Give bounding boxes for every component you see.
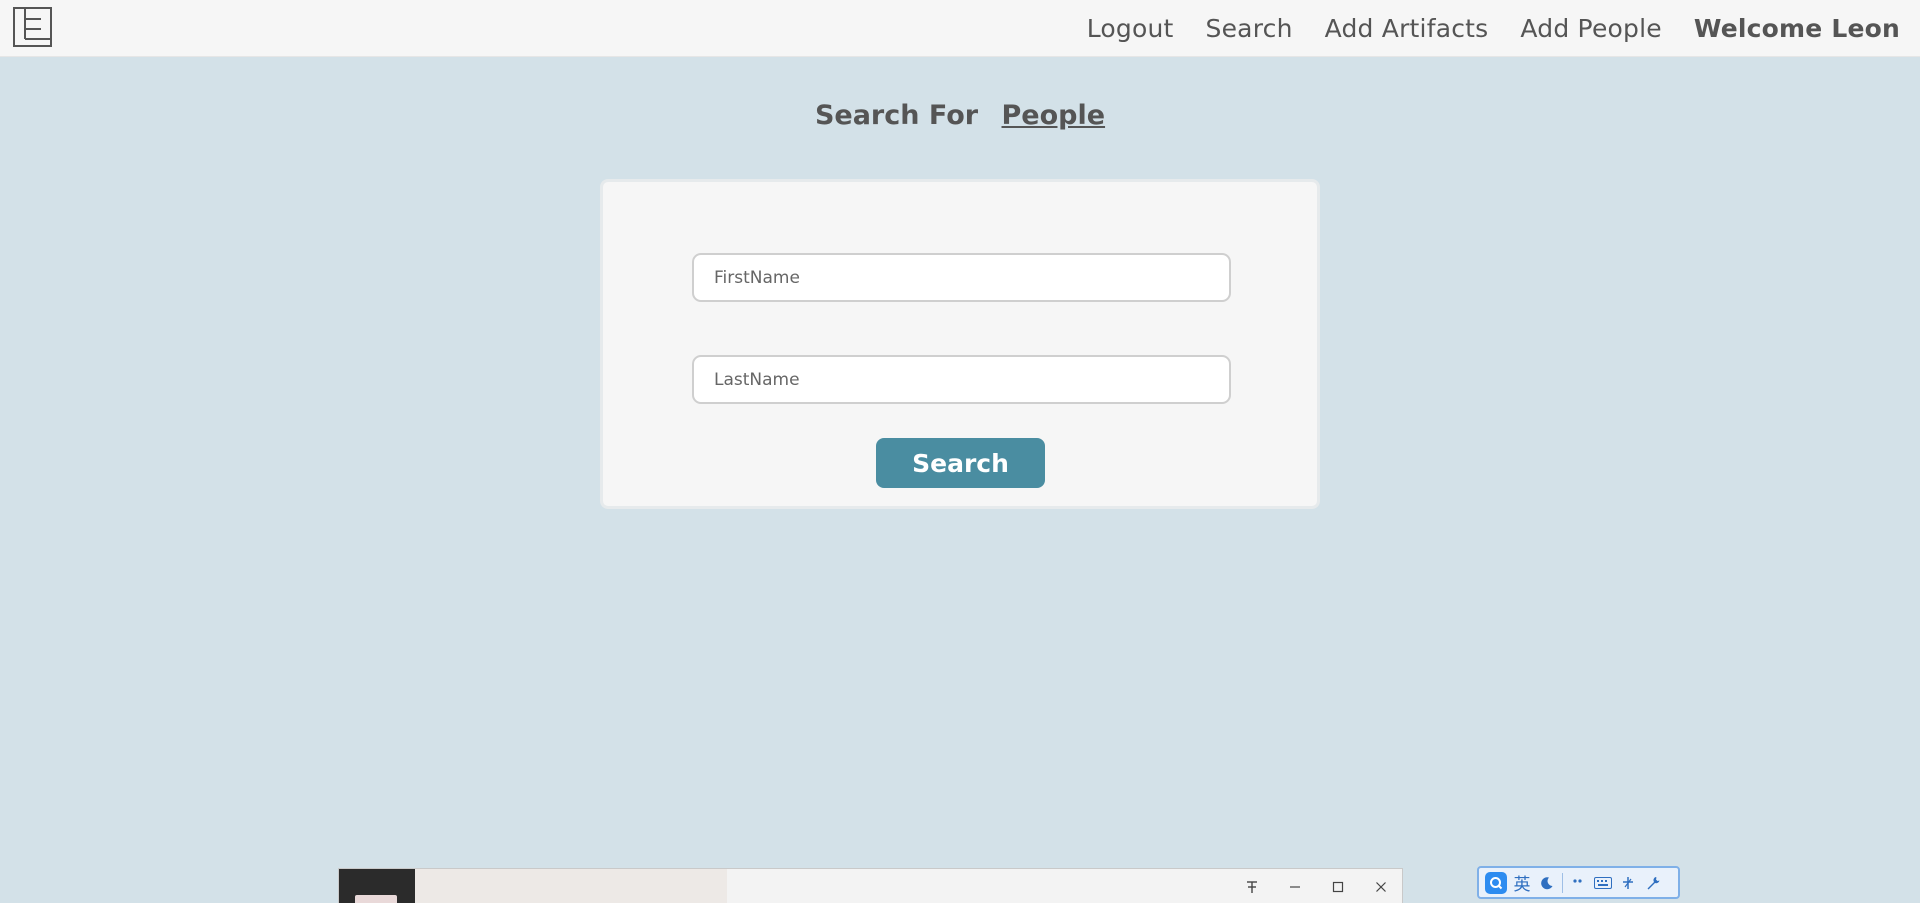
nav-logout-link[interactable]: Logout bbox=[1087, 14, 1174, 43]
maximize-icon[interactable] bbox=[1316, 869, 1359, 903]
logo-icon[interactable] bbox=[13, 7, 52, 47]
search-type-link[interactable]: People bbox=[1002, 100, 1106, 131]
ime-toolbar: 英 bbox=[1477, 866, 1680, 899]
top-navbar: Logout Search Add Artifacts Add People W… bbox=[0, 0, 1920, 57]
taskbar-window-preview[interactable] bbox=[338, 868, 1403, 903]
half-width-icon[interactable] bbox=[1618, 872, 1638, 894]
nav-links: Logout Search Add Artifacts Add People W… bbox=[1087, 0, 1900, 57]
nav-welcome-user[interactable]: Welcome Leon bbox=[1694, 14, 1900, 43]
last-name-input[interactable] bbox=[692, 355, 1231, 404]
page-title: Search For People bbox=[0, 100, 1920, 131]
nav-add-artifacts-link[interactable]: Add Artifacts bbox=[1325, 14, 1489, 43]
ime-language-toggle[interactable]: 英 bbox=[1512, 872, 1532, 895]
page-title-prefix: Search For bbox=[814, 100, 979, 131]
pin-icon[interactable] bbox=[1230, 869, 1273, 903]
moon-icon[interactable] bbox=[1537, 872, 1557, 894]
window-thumbnail[interactable] bbox=[339, 869, 415, 903]
keyboard-icon[interactable] bbox=[1593, 872, 1613, 894]
punctuation-icon[interactable] bbox=[1568, 872, 1588, 894]
ime-separator bbox=[1562, 872, 1563, 893]
window-controls bbox=[1230, 869, 1402, 903]
nav-add-people-link[interactable]: Add People bbox=[1520, 14, 1661, 43]
first-name-input[interactable] bbox=[692, 253, 1231, 302]
nav-search-link[interactable]: Search bbox=[1206, 14, 1293, 43]
ime-logo-icon[interactable] bbox=[1485, 871, 1507, 894]
wrench-icon[interactable] bbox=[1643, 872, 1663, 894]
search-form-card: Search bbox=[600, 179, 1320, 509]
close-icon[interactable] bbox=[1359, 869, 1402, 903]
minimize-icon[interactable] bbox=[1273, 869, 1316, 903]
window-preview-strip bbox=[415, 869, 727, 903]
thumbnail-image bbox=[355, 895, 397, 903]
search-button[interactable]: Search bbox=[876, 438, 1045, 488]
